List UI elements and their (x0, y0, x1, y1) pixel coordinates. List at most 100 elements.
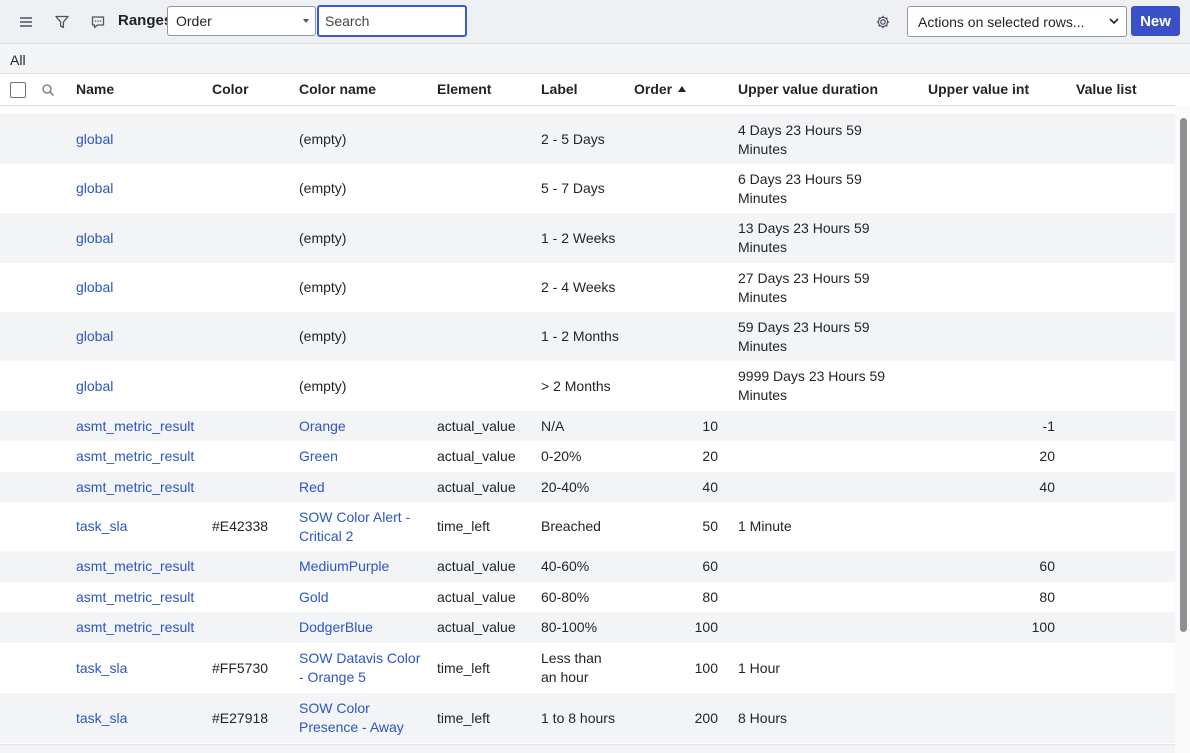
table-row[interactable]: global (empty) 1 - 2 Months 59 Days 23 Hour… (0, 312, 1175, 361)
cell-order: 20 (702, 448, 718, 464)
cell-name[interactable]: global (76, 130, 206, 149)
cell-name[interactable]: global (76, 377, 206, 396)
cell-label: 0-20% (541, 448, 582, 464)
cell-order: 200 (694, 710, 718, 726)
table-row[interactable]: asmt_metric_result Gold actual_value 60-80%… (0, 582, 1175, 612)
table-body: global (empty) 2 - 5 Days 4 Days 23 Hours 5… (0, 106, 1175, 753)
cell-upper-int: 100 (1031, 619, 1055, 635)
cell-label: 5 - 7 Days (541, 180, 605, 196)
cell-element: actual_value (437, 479, 516, 495)
table-row[interactable]: global (empty) 5 - 7 Days 6 Days 23 Hours 5… (0, 164, 1175, 213)
column-header-color[interactable]: Color (212, 81, 249, 97)
cell-color-name[interactable]: SOW Color Alert - Critical 2 (299, 508, 424, 546)
cell-name[interactable]: asmt_metric_result (76, 417, 206, 436)
cell-name[interactable]: global (76, 179, 206, 198)
cell-order: 60 (702, 558, 718, 574)
cell-label: 20-40% (541, 479, 590, 495)
list-title: Ranges (118, 12, 173, 29)
cell-color-name[interactable]: DodgerBlue (299, 618, 424, 637)
select-all-checkbox[interactable] (10, 82, 26, 98)
cell-label: 40-60% (541, 558, 590, 574)
table-row[interactable]: asmt_metric_result MediumPurple actual_val… (0, 551, 1175, 582)
cell-label: 60-80% (541, 589, 590, 605)
cell-color-name[interactable]: MediumPurple (299, 557, 424, 576)
cell-upper-duration: 1 Hour (738, 660, 781, 676)
cell-name[interactable]: task_sla (76, 709, 206, 728)
cell-upper-duration: 59 Days 23 Hours 59 Minutes (738, 319, 870, 354)
cell-color-name: (empty) (299, 378, 347, 394)
cell-label: N/A (541, 418, 565, 434)
hamburger-menu-icon[interactable] (15, 11, 37, 33)
cell-color-name: (empty) (299, 328, 347, 344)
cell-element: actual_value (437, 558, 516, 574)
cell-order: 10 (702, 418, 718, 434)
cell-color-name: (empty) (299, 131, 347, 147)
cell-color-name: (empty) (299, 180, 347, 196)
column-header-element[interactable]: Element (437, 81, 491, 97)
table-row[interactable]: asmt_metric_result Red actual_value 20-40% 4… (0, 472, 1175, 502)
table-row[interactable]: global (empty) 2 - 5 Days 4 Days 23 Hours 5… (0, 115, 1175, 164)
cell-name[interactable]: global (76, 229, 206, 248)
cell-color: #E42338 (212, 518, 269, 534)
cell-upper-duration: 4 Days 23 Hours 59 Minutes (738, 122, 862, 157)
cell-name[interactable]: asmt_metric_result (76, 447, 206, 466)
cell-element: time_left (437, 518, 490, 534)
cell-label: 2 - 4 Weeks (541, 279, 616, 295)
cell-order: 40 (702, 479, 718, 495)
cell-color-name[interactable]: Red (299, 478, 424, 497)
cell-order: 100 (694, 619, 718, 635)
cell-label: 1 - 2 Months (541, 328, 619, 344)
table-row[interactable]: global (empty) 1 - 2 Weeks 13 Days 23 Hours… (0, 213, 1175, 263)
table-row[interactable]: task_sla #FF5730 SOW Datavis Color - Orang… (0, 643, 1175, 693)
table-row[interactable]: asmt_metric_result DodgerBlue actual_value… (0, 612, 1175, 643)
cell-color-name[interactable]: SOW Datavis Color - Orange 5 (299, 649, 424, 687)
table-row[interactable]: asmt_metric_result Green actual_value 0-20%… (0, 441, 1175, 472)
cell-element: time_left (437, 660, 490, 676)
cell-upper-int: 60 (1039, 558, 1055, 574)
table-row[interactable]: task_sla #E42338 SOW Color Alert - Critica… (0, 502, 1175, 551)
cell-label: Less than an hour (541, 650, 602, 685)
gear-icon[interactable] (872, 11, 894, 33)
cell-color-name[interactable]: Orange (299, 417, 424, 436)
column-header-name[interactable]: Name (76, 81, 114, 97)
cell-element: actual_value (437, 448, 516, 464)
filter-icon[interactable] (51, 11, 73, 33)
sort-ascending-icon (678, 86, 687, 93)
cell-name[interactable]: asmt_metric_result (76, 618, 206, 637)
cell-name[interactable]: global (76, 327, 206, 346)
cell-name[interactable]: asmt_metric_result (76, 478, 206, 497)
column-header-upper-value-duration[interactable]: Upper value duration (738, 81, 878, 97)
search-input[interactable] (317, 5, 467, 37)
cell-color-name[interactable]: Green (299, 447, 424, 466)
column-search-icon[interactable] (41, 83, 55, 97)
cell-color-name[interactable]: SOW Color Presence - Away (299, 699, 424, 737)
table-row[interactable]: global (empty) 2 - 4 Weeks 27 Days 23 Hours… (0, 263, 1175, 312)
scrollbar-thumb[interactable] (1180, 118, 1187, 632)
table-row[interactable]: global (empty) > 2 Months 9999 Days 23 Hour… (0, 361, 1175, 411)
breadcrumb[interactable]: All (10, 52, 26, 68)
cell-upper-int: -1 (1042, 418, 1055, 434)
table-row[interactable]: asmt_metric_result Orange actual_value N/A 1… (0, 411, 1175, 441)
cell-label: 80-100% (541, 619, 598, 635)
context-menu-icon[interactable] (87, 11, 109, 33)
cell-upper-duration: 8 Hours (738, 710, 788, 726)
cell-name[interactable]: task_sla (76, 659, 206, 678)
table-row[interactable]: task_sla #E27918 SOW Color Presence - Away… (0, 693, 1175, 743)
actions-on-selected-rows-select[interactable]: Actions on selected rows... (907, 6, 1127, 37)
cell-name[interactable]: task_sla (76, 517, 206, 536)
cell-color-name[interactable]: Gold (299, 588, 424, 607)
chevron-down-icon (1109, 18, 1119, 25)
cell-name[interactable]: asmt_metric_result (76, 588, 206, 607)
search-field-select[interactable]: Order (167, 6, 316, 36)
column-header-color-name[interactable]: Color name (299, 81, 376, 97)
cell-label: 1 - 2 Weeks (541, 230, 616, 246)
column-header-value-list[interactable]: Value list (1076, 81, 1137, 97)
cell-name[interactable]: asmt_metric_result (76, 557, 206, 576)
cell-name[interactable]: global (76, 278, 206, 297)
cell-element: actual_value (437, 589, 516, 605)
new-button[interactable]: New (1131, 6, 1180, 36)
column-header-order[interactable]: Order (634, 81, 687, 97)
column-header-upper-value-int[interactable]: Upper value int (928, 81, 1029, 97)
cell-order: 50 (702, 518, 718, 534)
column-header-label[interactable]: Label (541, 81, 578, 97)
